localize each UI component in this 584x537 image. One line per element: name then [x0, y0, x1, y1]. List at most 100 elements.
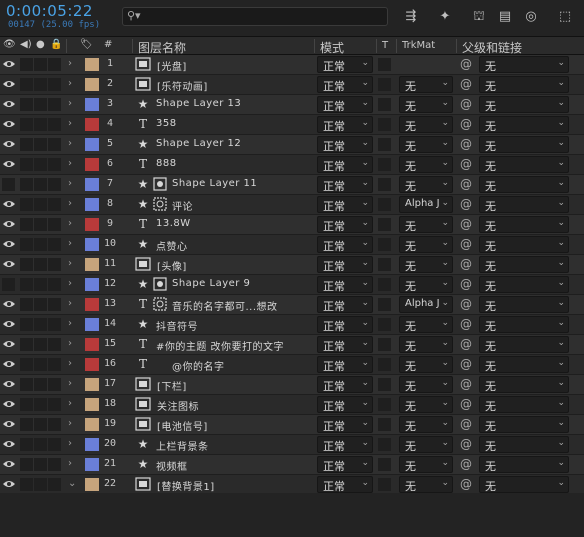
track-matte-dropdown[interactable]: 无 ⌄	[399, 436, 453, 453]
lock-switch[interactable]	[48, 238, 61, 251]
lock-switch[interactable]	[48, 418, 61, 431]
parent-dropdown[interactable]: 无 ⌄	[479, 476, 569, 493]
audio-switch[interactable]	[20, 298, 33, 311]
twirl-collapsed-icon[interactable]: ›	[68, 118, 72, 129]
layer-name[interactable]: #你的主题 改你要打的文字	[156, 338, 284, 353]
twirl-collapsed-icon[interactable]: ›	[68, 258, 72, 269]
audio-switch[interactable]	[20, 178, 33, 191]
preserve-transparency-toggle[interactable]	[378, 258, 391, 271]
label-color-swatch[interactable]	[85, 338, 99, 351]
layer-row[interactable]: › 14 ★ 抖音符号 正常 ⌄ 无 ⌄ @ 无 ⌄	[0, 315, 584, 335]
lock-switch[interactable]	[48, 178, 61, 191]
layer-row[interactable]: › 19 [电池信号] 正常 ⌄ 无 ⌄ @ 无 ⌄	[0, 415, 584, 435]
parent-pick-whip-icon[interactable]: @	[460, 97, 472, 111]
lock-switch[interactable]	[48, 378, 61, 391]
blend-mode-dropdown[interactable]: 正常 ⌄	[317, 136, 373, 153]
blend-mode-dropdown[interactable]: 正常 ⌄	[317, 296, 373, 313]
blend-mode-dropdown[interactable]: 正常 ⌄	[317, 376, 373, 393]
layer-row[interactable]: › 20 ★ 上栏背景条 正常 ⌄ 无 ⌄ @ 无 ⌄	[0, 435, 584, 455]
composition-mini-flowchart-icon[interactable]: ⇶	[402, 8, 420, 26]
lock-switch[interactable]	[48, 218, 61, 231]
parent-pick-whip-icon[interactable]: @	[460, 237, 472, 251]
label-color-swatch[interactable]	[85, 398, 99, 411]
visibility-eye-icon[interactable]	[2, 397, 16, 411]
parent-pick-whip-icon[interactable]: @	[460, 477, 472, 491]
audio-switch[interactable]	[20, 118, 33, 131]
label-color-swatch[interactable]	[85, 178, 99, 191]
parent-dropdown[interactable]: 无 ⌄	[479, 96, 569, 113]
solo-switch[interactable]	[34, 398, 47, 411]
label-color-swatch[interactable]	[85, 318, 99, 331]
layer-name[interactable]: 点赞心	[156, 238, 188, 253]
track-matte-dropdown[interactable]: 无 ⌄	[399, 376, 453, 393]
lock-switch[interactable]	[48, 458, 61, 471]
visibility-eye-icon[interactable]	[2, 197, 16, 211]
label-color-swatch[interactable]	[85, 358, 99, 371]
twirl-collapsed-icon[interactable]: ›	[68, 198, 72, 209]
layer-row[interactable]: › 11 [头像] 正常 ⌄ 无 ⌄ @ 无 ⌄	[0, 255, 584, 275]
twirl-collapsed-icon[interactable]: ›	[68, 358, 72, 369]
blend-mode-dropdown[interactable]: 正常 ⌄	[317, 236, 373, 253]
solo-switch[interactable]	[34, 298, 47, 311]
layer-name[interactable]: Shape Layer 13	[156, 98, 241, 109]
blend-mode-dropdown[interactable]: 正常 ⌄	[317, 256, 373, 273]
solo-switch[interactable]	[34, 58, 47, 71]
twirl-collapsed-icon[interactable]: ›	[68, 78, 72, 89]
lock-switch[interactable]	[48, 58, 61, 71]
visibility-eye-icon[interactable]	[2, 377, 16, 391]
lock-switch[interactable]	[48, 398, 61, 411]
solo-switch[interactable]	[34, 258, 47, 271]
audio-switch[interactable]	[20, 158, 33, 171]
solo-switch[interactable]	[34, 178, 47, 191]
audio-switch[interactable]	[20, 358, 33, 371]
solo-switch[interactable]	[34, 198, 47, 211]
blend-mode-dropdown[interactable]: 正常 ⌄	[317, 156, 373, 173]
visibility-eye-icon[interactable]	[2, 257, 16, 271]
parent-dropdown[interactable]: 无 ⌄	[479, 196, 569, 213]
twirl-collapsed-icon[interactable]: ›	[68, 138, 72, 149]
layer-name[interactable]: 音乐的名字都可...想改	[172, 298, 278, 313]
preserve-transparency-toggle[interactable]	[378, 158, 391, 171]
blend-mode-dropdown[interactable]: 正常 ⌄	[317, 276, 373, 293]
layer-row[interactable]: › 1 [光盘] 正常 ⌄ @ 无 ⌄	[0, 55, 584, 75]
layer-row[interactable]: ⌄ 22 [替换背景1] 正常 ⌄ 无 ⌄ @ 无 ⌄	[0, 475, 584, 495]
layer-name[interactable]: [替换背景1]	[157, 478, 215, 493]
lock-switch[interactable]	[48, 358, 61, 371]
track-matte-dropdown[interactable]: 无 ⌄	[399, 236, 453, 253]
layer-name[interactable]: Shape Layer 12	[156, 138, 241, 149]
preserve-transparency-toggle[interactable]	[378, 398, 391, 411]
layer-row[interactable]: › 2 [乐符动画] 正常 ⌄ 无 ⌄ @ 无 ⌄	[0, 75, 584, 95]
shy-layers-icon[interactable]: ⛫	[470, 8, 488, 26]
label-color-swatch[interactable]	[85, 238, 99, 251]
label-color-swatch[interactable]	[85, 78, 99, 91]
lock-switch[interactable]	[48, 158, 61, 171]
parent-dropdown[interactable]: 无 ⌄	[479, 176, 569, 193]
audio-switch[interactable]	[20, 218, 33, 231]
audio-switch[interactable]	[20, 58, 33, 71]
parent-pick-whip-icon[interactable]: @	[460, 77, 472, 91]
layer-name[interactable]: 888	[156, 158, 177, 169]
audio-switch[interactable]	[20, 258, 33, 271]
preserve-transparency-toggle[interactable]	[378, 218, 391, 231]
preserve-transparency-toggle[interactable]	[378, 78, 391, 91]
twirl-collapsed-icon[interactable]: ›	[68, 238, 72, 249]
solo-switch[interactable]	[34, 418, 47, 431]
layer-row[interactable]: › 5 ★ Shape Layer 12 正常 ⌄ 无 ⌄ @ 无 ⌄	[0, 135, 584, 155]
audio-switch[interactable]	[20, 78, 33, 91]
twirl-collapsed-icon[interactable]: ›	[68, 318, 72, 329]
audio-switch-header-icon[interactable]: ◀)	[20, 39, 32, 50]
visibility-eye-icon[interactable]	[2, 137, 16, 151]
layer-name[interactable]: [乐符动画]	[157, 78, 208, 93]
layer-name[interactable]: [下栏]	[157, 378, 187, 393]
parent-pick-whip-icon[interactable]: @	[460, 157, 472, 171]
parent-pick-whip-icon[interactable]: @	[460, 457, 472, 471]
preserve-transparency-toggle[interactable]	[378, 238, 391, 251]
label-color-swatch[interactable]	[85, 258, 99, 271]
track-matte-dropdown[interactable]: 无 ⌄	[399, 336, 453, 353]
parent-dropdown[interactable]: 无 ⌄	[479, 76, 569, 93]
blend-mode-dropdown[interactable]: 正常 ⌄	[317, 196, 373, 213]
layer-name[interactable]: 358	[156, 118, 177, 129]
blend-mode-dropdown[interactable]: 正常 ⌄	[317, 116, 373, 133]
solo-switch[interactable]	[34, 218, 47, 231]
parent-dropdown[interactable]: 无 ⌄	[479, 56, 569, 73]
